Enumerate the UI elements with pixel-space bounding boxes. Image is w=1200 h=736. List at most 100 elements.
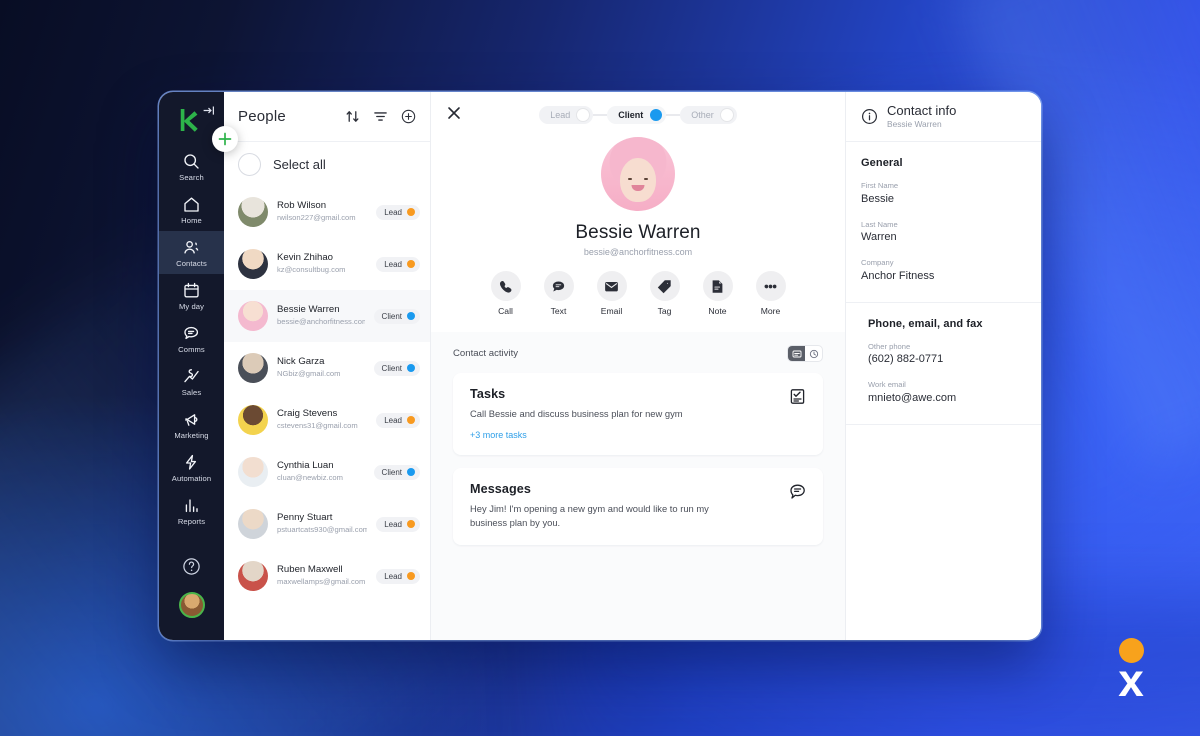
contact-list-item[interactable]: Bessie Warren bessie@anchorfitness.com C…	[224, 290, 430, 342]
status-badge-label: Lead	[384, 519, 402, 529]
contacts-icon	[184, 240, 199, 253]
segment-connector	[593, 114, 608, 116]
lead-client-other-toggle: Lead Client Other	[431, 106, 845, 124]
sidebar-item-label: My day	[178, 301, 205, 311]
activity-card-link[interactable]: +3 more tasks	[470, 430, 806, 440]
action-icon-circle	[596, 271, 627, 301]
segment-other[interactable]: Other	[680, 106, 737, 124]
clock-view-icon[interactable]	[805, 346, 822, 361]
nav-list: Search Home Contacts My day Comms Sales …	[159, 145, 224, 532]
action-text[interactable]: Text	[539, 271, 579, 316]
info-section: Phone, email, and fax Other phone (602) …	[846, 303, 1041, 425]
status-badge[interactable]: Client	[373, 360, 420, 376]
filter-icon[interactable]	[373, 109, 388, 124]
sidebar-item-label: Automation	[171, 473, 212, 483]
contact-avatar	[238, 249, 268, 279]
status-badge[interactable]: Client	[373, 464, 420, 480]
contact-name: Bessie Warren	[277, 304, 340, 316]
contact-list-item[interactable]: Rob Wilson rwilson227@gmail.com Lead	[224, 186, 430, 238]
status-badge[interactable]: Lead	[376, 516, 420, 532]
sidebar-item-marketing[interactable]: Marketing	[159, 403, 224, 446]
action-more[interactable]: More	[751, 271, 791, 316]
action-label: Call	[498, 306, 513, 316]
close-icon[interactable]	[446, 105, 462, 121]
action-note[interactable]: Note	[698, 271, 738, 316]
sidebar-item-reports[interactable]: Reports	[159, 489, 224, 532]
contact-email: rwilson227@gmail.com	[277, 213, 356, 223]
sidebar-item-sales[interactable]: Sales	[159, 360, 224, 403]
segment-knob-icon	[720, 109, 733, 121]
sidebar-item-comms[interactable]: Comms	[159, 317, 224, 360]
contact-name: Bessie Warren	[575, 222, 701, 243]
info-field-value[interactable]: (602) 882-0771	[868, 352, 1026, 368]
info-section-heading: General	[861, 157, 903, 169]
message-bubble-icon	[790, 484, 805, 499]
contact-list-item[interactable]: Ruben Maxwell maxwellamps@gmail.com Lead	[224, 550, 430, 602]
user-avatar[interactable]	[178, 592, 205, 618]
help-circle-icon[interactable]	[182, 557, 201, 576]
contact-avatar	[238, 353, 268, 383]
select-all-checkbox[interactable]	[238, 152, 261, 176]
list-view-icon[interactable]	[788, 346, 805, 361]
status-badge-label: Lead	[384, 207, 402, 217]
action-icon-circle	[490, 271, 521, 301]
contact-list-item[interactable]: Nick Garza NGbiz@gmail.com Client	[224, 342, 430, 394]
sidebar-item-home[interactable]: Home	[159, 188, 224, 231]
avatar-eye-right	[644, 177, 648, 181]
select-all-row[interactable]: Select all	[224, 142, 430, 186]
segment-client[interactable]: Client	[607, 106, 667, 124]
activity-card-title: Tasks	[470, 387, 506, 401]
contact-list-item[interactable]: Kevin Zhihao kz@consultbug.com Lead	[224, 238, 430, 290]
home-icon	[184, 197, 199, 212]
contact-avatar	[238, 197, 268, 227]
action-icon-circle	[702, 271, 733, 301]
status-badge[interactable]: Lead	[376, 412, 420, 428]
action-label: Tag	[657, 306, 672, 316]
action-call[interactable]: Call	[486, 271, 526, 316]
action-label: Email	[600, 306, 623, 316]
sidebar-item-contacts[interactable]: Contacts	[159, 231, 224, 274]
sort-icon[interactable]	[345, 109, 360, 124]
watermark-x: x	[1118, 654, 1144, 706]
sidebar-item-automation[interactable]: Automation	[159, 446, 224, 489]
add-contact-fab[interactable]	[212, 126, 238, 152]
info-field: First Name Bessie	[861, 181, 1026, 208]
status-badge[interactable]: Lead	[376, 256, 420, 272]
info-field-value[interactable]: Anchor Fitness	[861, 269, 1026, 285]
action-email[interactable]: Email	[592, 271, 632, 316]
info-field-label: Other phone	[868, 341, 911, 351]
info-field-value[interactable]: Warren	[861, 230, 1026, 246]
info-field-value[interactable]: mnieto@awe.com	[868, 391, 1026, 407]
status-badge[interactable]: Client	[373, 308, 420, 324]
status-badge[interactable]: Lead	[376, 204, 420, 220]
contact-avatar	[238, 405, 268, 435]
contact-list-item[interactable]: Penny Stuart pstuartcats930@gmail.com Le…	[224, 498, 430, 550]
segment-label: Lead	[550, 110, 571, 120]
status-dot-icon	[407, 468, 415, 476]
activity-card[interactable]: Messages Hey Jim! I'm opening a new gym …	[453, 468, 823, 546]
activity-card[interactable]: Tasks Call Bessie and discuss business p…	[453, 373, 823, 456]
status-badge-label: Lead	[384, 571, 402, 581]
contact-avatar	[238, 561, 268, 591]
sidebar-item-label: Search	[179, 172, 204, 182]
action-tag[interactable]: Tag	[645, 271, 685, 316]
add-circle-icon[interactable]	[401, 109, 416, 124]
segment-lead[interactable]: Lead	[539, 106, 594, 124]
tag-icon	[657, 279, 671, 293]
search-icon	[184, 153, 199, 169]
expand-panel-icon[interactable]	[202, 104, 215, 117]
people-toolbar	[345, 109, 416, 124]
contact-list-item[interactable]: Cynthia Luan cluan@newbiz.com Client	[224, 446, 430, 498]
contact-activity-section: Contact activity Tasks Call Bessie and d…	[431, 332, 845, 640]
sidebar-item-my-day[interactable]: My day	[159, 274, 224, 317]
contact-email: cluan@newbiz.com	[277, 473, 343, 483]
info-field: Last Name Warren	[861, 220, 1026, 247]
info-field-value[interactable]: Bessie	[861, 192, 1026, 208]
contact-list-item[interactable]: Craig Stevens cstevens31@gmail.com Lead	[224, 394, 430, 446]
contact-email: kz@consultbug.com	[277, 265, 346, 275]
keap-logo[interactable]	[178, 107, 200, 133]
contact-email: NGbiz@gmail.com	[277, 369, 341, 379]
rail-footer	[159, 557, 224, 618]
contact-info-panel: Contact info Bessie Warren General First…	[845, 92, 1041, 640]
status-badge[interactable]: Lead	[376, 568, 420, 584]
